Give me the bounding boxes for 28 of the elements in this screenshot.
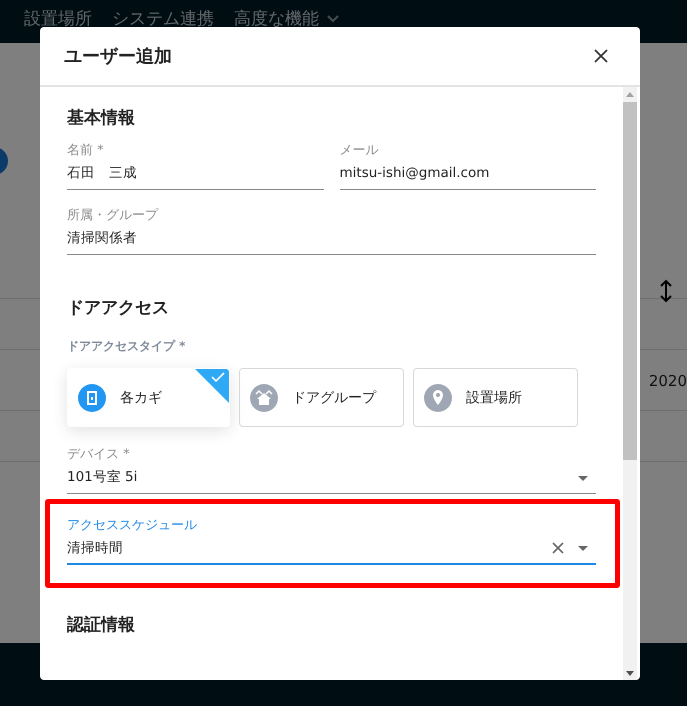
- scrollbar[interactable]: [623, 87, 637, 680]
- scroll-down-icon[interactable]: [626, 671, 634, 676]
- option-card[interactable]: 設置場所: [413, 368, 578, 427]
- section-heading: ドアアクセス: [67, 297, 170, 320]
- table-cell: 2020: [648, 372, 687, 390]
- scrollbar-thumb[interactable]: [623, 102, 637, 460]
- caret-down-icon: [578, 476, 588, 481]
- text-field[interactable]: 名前 * 石田 三成: [67, 143, 324, 190]
- option-card[interactable]: ドアグループ: [239, 368, 404, 427]
- close-icon[interactable]: [594, 49, 608, 63]
- text-field[interactable]: 所属・グループ 清掃関係者: [67, 208, 596, 255]
- door-icon: [78, 384, 106, 412]
- caret-down-icon: [578, 546, 588, 551]
- option-card[interactable]: 各カギ: [67, 368, 230, 427]
- sort-icon: [659, 279, 673, 303]
- clear-icon[interactable]: [552, 542, 564, 554]
- select-field[interactable]: デバイス * 101号室 5i: [67, 447, 596, 494]
- house-icon: [250, 384, 278, 412]
- dialog-title: ユーザー追加: [64, 45, 172, 68]
- avatar-icon: [0, 147, 8, 175]
- location-pin-icon: [424, 384, 452, 412]
- section-heading: 認証情報: [67, 614, 136, 637]
- check-corner-icon: [195, 369, 229, 403]
- field-label: ドアアクセスタイプ *: [67, 338, 186, 355]
- text-field[interactable]: メール mitsu-ishi@gmail.com: [340, 143, 596, 190]
- chevron-down-icon: [327, 14, 339, 22]
- select-field[interactable]: アクセススケジュール 清掃時間: [67, 518, 596, 565]
- section-heading: 基本情報: [67, 107, 136, 130]
